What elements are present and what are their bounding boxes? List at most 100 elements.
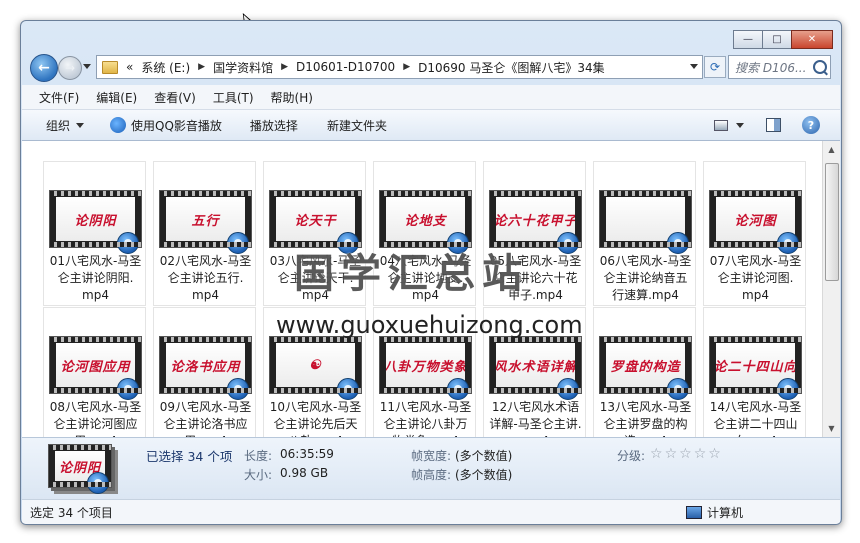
breadcrumb-drive[interactable]: 系统 (E:) <box>141 59 190 76</box>
star-icon[interactable]: ☆ <box>708 446 721 462</box>
file-name: 14八宅风水-马圣仑主讲二十四山向.mp4 <box>704 399 807 437</box>
thumbnail-caption: 论河图应用 <box>60 359 131 375</box>
thumbnail-caption: 论阴阳 <box>74 213 117 229</box>
menu-edit[interactable]: 编辑(E) <box>96 89 137 106</box>
maximize-button[interactable]: □ <box>762 30 792 49</box>
breadcrumb-separator-icon[interactable]: ▶ <box>198 62 205 72</box>
help-icon: ? <box>807 118 815 132</box>
file-name: 11八宅风水-马圣仑主讲论八卦万物类象.mp4 <box>374 399 477 437</box>
size-value: 0.98 GB <box>280 466 329 480</box>
refresh-button[interactable]: ⟳ <box>704 56 726 78</box>
back-button[interactable]: ← <box>30 54 58 82</box>
play-with-qq-button[interactable]: 使用QQ影音播放 <box>110 117 222 134</box>
file-item[interactable]: 06八宅风水-马圣 仑主讲论纳音五 行速算.mp4 <box>593 161 696 306</box>
breadcrumb-separator-icon[interactable]: ▶ <box>281 62 288 72</box>
close-button[interactable]: ✕ <box>791 30 833 49</box>
frame-height-label: 帧高度: <box>411 468 452 482</box>
file-name-line: 仑主讲论河图应 <box>53 417 138 431</box>
star-icon[interactable]: ☆ <box>679 446 692 462</box>
minimize-button[interactable]: — <box>733 30 763 49</box>
file-name-line: 08八宅风水-马圣 <box>49 400 142 414</box>
address-dropdown-icon[interactable] <box>690 64 698 69</box>
refresh-icon: ⟳ <box>709 60 721 74</box>
video-thumbnail: 罗盘的构造 <box>599 336 692 400</box>
length-value: 06:35:59 <box>280 447 334 461</box>
file-name: 07八宅风水-马圣 仑主讲论河图. mp4 <box>704 253 807 304</box>
change-view-button[interactable] <box>712 116 746 134</box>
arrow-right-icon: → <box>64 61 76 75</box>
rating-stars[interactable]: ☆ ☆ ☆ ☆ ☆ <box>650 446 723 462</box>
video-thumbnail: 风水术语详解 <box>489 336 582 400</box>
selection-count: 已选择 34 个项 <box>146 449 233 464</box>
file-item[interactable]: 五行 02八宅风水-马圣 仑主讲论五行. mp4 <box>153 161 256 306</box>
menu-view[interactable]: 查看(V) <box>154 89 196 106</box>
play-selection-button[interactable]: 播放选择 <box>250 117 298 134</box>
organize-button[interactable]: 组织 <box>46 117 85 134</box>
file-name: 09八宅风水-马圣仑主讲论洛书应用.mp4 <box>154 399 257 437</box>
file-item[interactable]: 论洛书应用 09八宅风水-马圣仑主讲论洛书应用.mp4 <box>153 307 256 437</box>
file-name-line: 仑主讲论河图. <box>717 271 794 285</box>
file-name: 12八宅风水术语详解-马圣仑主讲.mp4 <box>484 399 587 437</box>
file-name-line: 10八宅风水-马圣 <box>269 400 362 414</box>
scrollbar-thumb[interactable] <box>825 163 839 281</box>
status-selection: 选定 34 个项目 <box>30 506 113 520</box>
recent-pages-dropdown[interactable] <box>83 64 91 69</box>
watermark-title: 国学汇总站 <box>294 251 529 297</box>
status-location: 计算机 <box>686 504 743 521</box>
breadcrumb-folder[interactable]: 国学资料馆 <box>213 59 273 76</box>
menu-tools[interactable]: 工具(T) <box>213 89 254 106</box>
file-item[interactable]: 论河图应用 08八宅风水-马圣仑主讲论河图应用.mp4 <box>43 307 146 437</box>
thumbnail-caption: 风水术语详解 <box>496 359 575 375</box>
frame-width-value: (多个数值) <box>455 449 513 463</box>
star-icon[interactable]: ☆ <box>694 446 707 462</box>
search-input[interactable]: 搜索 D106... <box>728 55 831 79</box>
file-name-line: mp4 <box>192 288 219 302</box>
video-thumbnail: 论二十四山向 <box>709 336 802 400</box>
thumbnail-caption: 论河图 <box>734 213 777 229</box>
organize-label: 组织 <box>46 118 71 133</box>
qq-player-icon <box>557 378 579 400</box>
thumbnail-caption: 论天干 <box>294 213 337 229</box>
preview-pane-button[interactable] <box>764 116 782 134</box>
file-name-line: 14八宅风水-马圣 <box>709 400 802 414</box>
computer-icon <box>686 506 702 519</box>
file-item[interactable]: 论河图 07八宅风水-马圣 仑主讲论河图. mp4 <box>703 161 806 306</box>
video-thumbnail: 五行 <box>159 190 252 254</box>
qq-player-icon <box>777 378 799 400</box>
breadcrumb-current[interactable]: D10690 马圣仑《图解八宅》34集 <box>418 59 605 76</box>
scroll-up-icon[interactable]: ▲ <box>823 141 840 158</box>
file-item[interactable]: 论阴阳 01八宅风水-马圣 仑主讲论阴阳. mp4 <box>43 161 146 306</box>
file-name-line: 01八宅风水-马圣 <box>49 254 142 268</box>
breadcrumb-folder[interactable]: D10601-D10700 <box>296 60 395 74</box>
address-bar[interactable]: « 系统 (E:) ▶ 国学资料馆 ▶ D10601-D10700 ▶ D106… <box>96 55 703 79</box>
watermark-url: www.guoxuehuizong.com <box>276 311 583 339</box>
status-bar: 选定 34 个项目 计算机 <box>22 499 840 524</box>
search-icon[interactable] <box>813 60 827 74</box>
help-button[interactable]: ? <box>802 116 820 134</box>
scroll-down-icon[interactable]: ▼ <box>823 420 840 437</box>
vertical-scrollbar[interactable]: ▲ ▼ <box>822 141 840 437</box>
file-name-line: 06八宅风水-马圣 <box>599 254 692 268</box>
menu-help[interactable]: 帮助(H) <box>271 89 313 106</box>
length-label: 长度: <box>244 449 273 463</box>
new-folder-button[interactable]: 新建文件夹 <box>327 117 387 134</box>
star-icon[interactable]: ☆ <box>665 446 678 462</box>
thumbnail-caption: 五行 <box>191 213 220 229</box>
breadcrumb-overflow[interactable]: « <box>126 60 133 74</box>
thumbnail-caption: 罗盘的构造 <box>610 359 681 375</box>
file-name-line: 仑主讲论五行. <box>167 271 244 285</box>
chevron-down-icon <box>736 122 744 128</box>
file-name: 02八宅风水-马圣 仑主讲论五行. mp4 <box>154 253 257 304</box>
forward-button[interactable]: → <box>58 56 82 80</box>
menu-file[interactable]: 文件(F) <box>39 89 79 106</box>
video-thumbnail: 论阴阳 <box>49 190 142 254</box>
breadcrumb-separator-icon[interactable]: ▶ <box>403 62 410 72</box>
file-item[interactable]: 论二十四山向 14八宅风水-马圣仑主讲二十四山向.mp4 <box>703 307 806 437</box>
star-icon[interactable]: ☆ <box>650 446 663 462</box>
thumbnail-caption: 论洛书应用 <box>170 359 241 375</box>
file-name-line: 11八宅风水-马圣 <box>379 400 472 414</box>
file-name: 13八宅风水-马圣仑主讲罗盘的构造.mp4 <box>594 399 697 437</box>
rating-label: 分级: <box>617 449 646 463</box>
file-item[interactable]: 罗盘的构造 13八宅风水-马圣仑主讲罗盘的构造.mp4 <box>593 307 696 437</box>
explorer-window: — □ ✕ ← → « 系统 (E:) ▶ 国学资料馆 ▶ D10601-D10… <box>20 20 842 525</box>
